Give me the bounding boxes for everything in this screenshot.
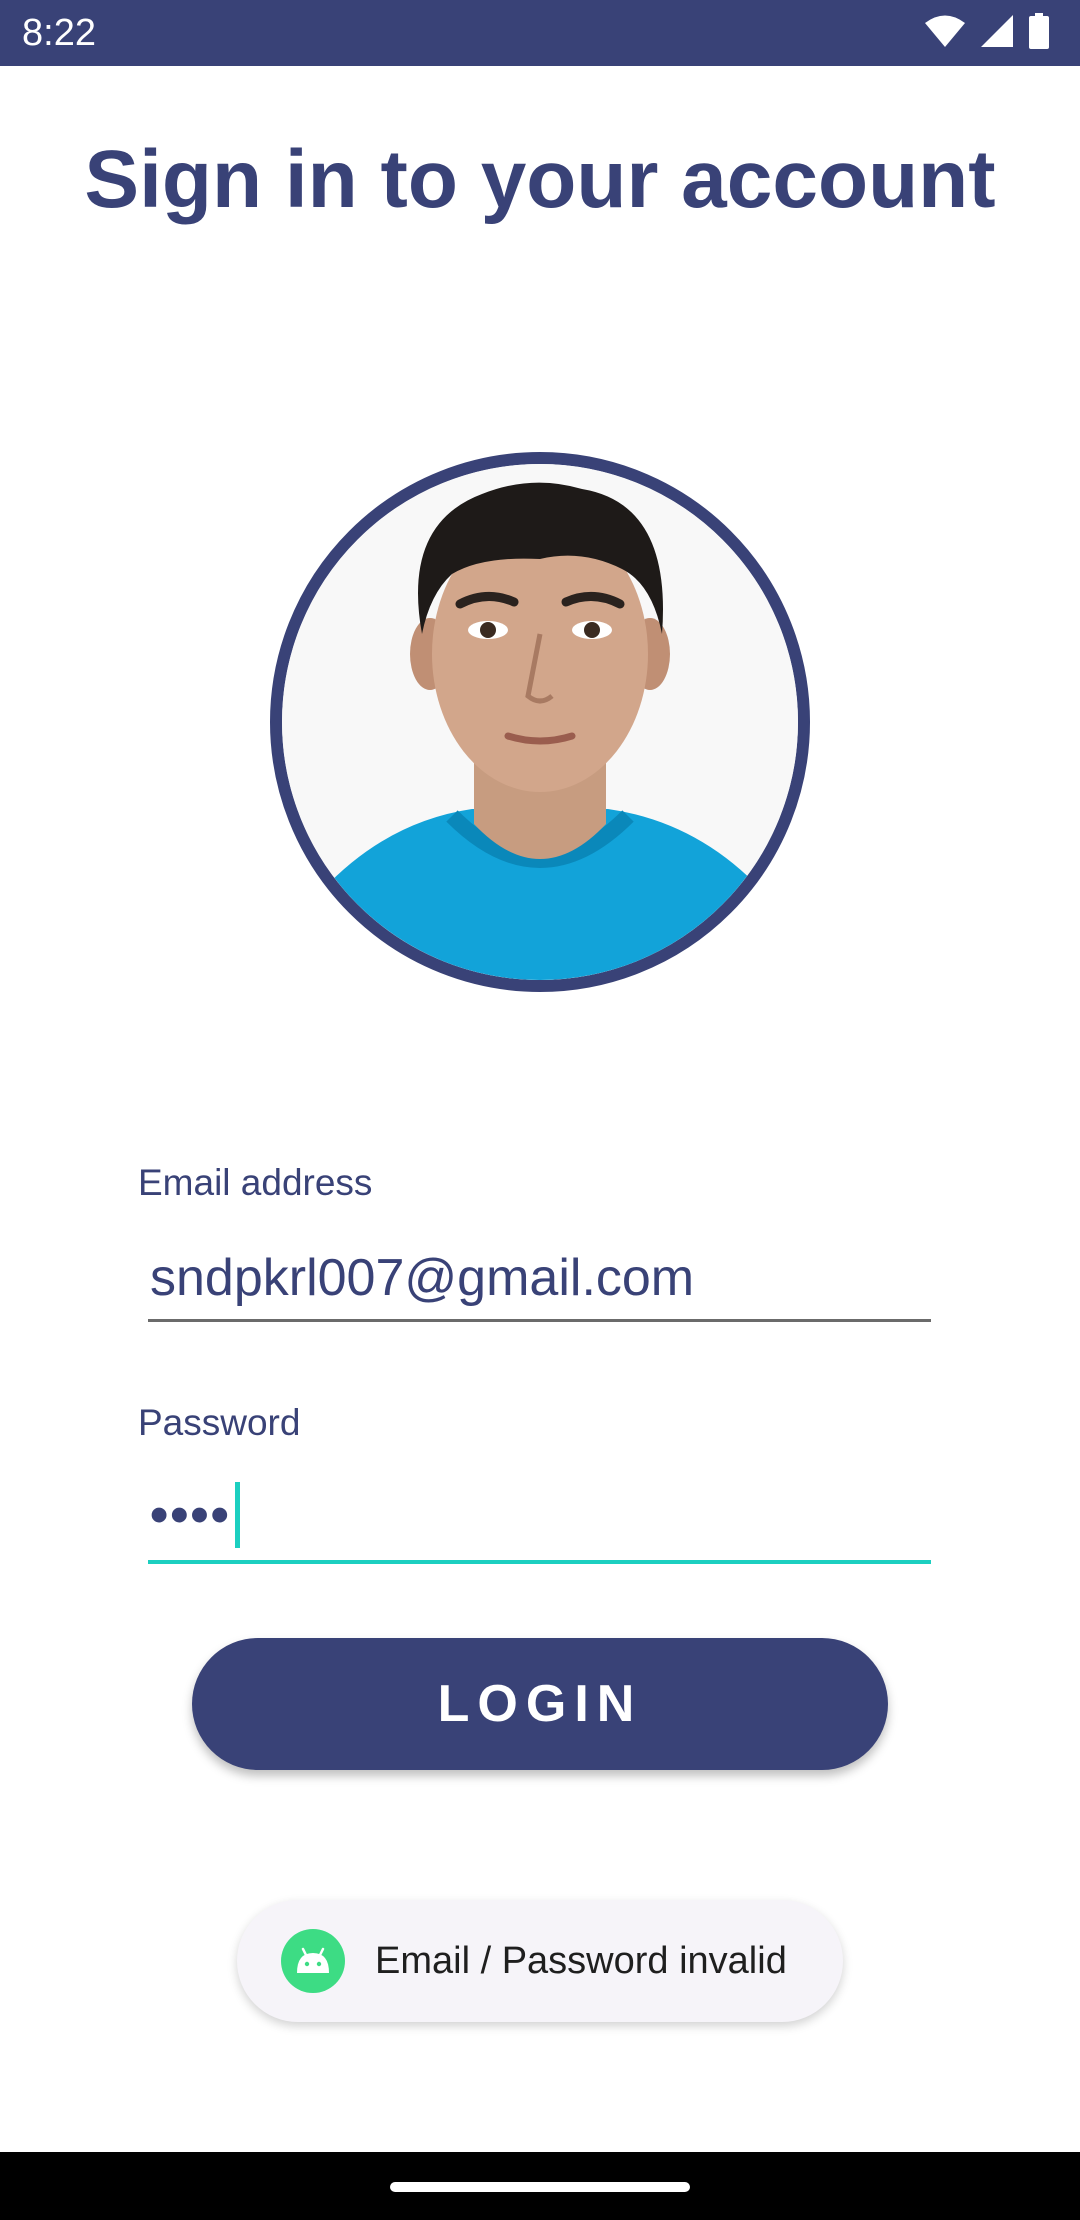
navigation-bar xyxy=(0,2152,1080,2220)
avatar xyxy=(270,452,810,992)
login-button[interactable]: LOGIN xyxy=(192,1638,888,1770)
status-bar: 8:22 xyxy=(0,0,1080,66)
toast-message: Email / Password invalid xyxy=(237,1900,843,2022)
password-field[interactable]: •••• xyxy=(148,1470,931,1564)
android-icon xyxy=(281,1929,345,1993)
text-cursor xyxy=(234,1482,240,1548)
status-time: 8:22 xyxy=(22,12,96,54)
email-field[interactable]: sndpkrl007@gmail.com xyxy=(148,1238,931,1322)
email-value: sndpkrl007@gmail.com xyxy=(150,1249,695,1307)
password-value: •••• xyxy=(150,1486,231,1544)
cell-signal-icon xyxy=(980,14,1014,53)
login-screen: 8:22 Sign in to your account Email addre… xyxy=(0,0,1080,2220)
home-handle[interactable] xyxy=(390,2182,690,2192)
battery-icon xyxy=(1028,12,1050,54)
profile-photo-image xyxy=(282,464,798,980)
page-title: Sign in to your account xyxy=(84,134,996,225)
status-icons xyxy=(924,12,1050,54)
password-label: Password xyxy=(138,1402,301,1443)
wifi-icon xyxy=(924,14,966,53)
toast-text: Email / Password invalid xyxy=(375,1939,787,1982)
email-label: Email address xyxy=(138,1162,373,1203)
